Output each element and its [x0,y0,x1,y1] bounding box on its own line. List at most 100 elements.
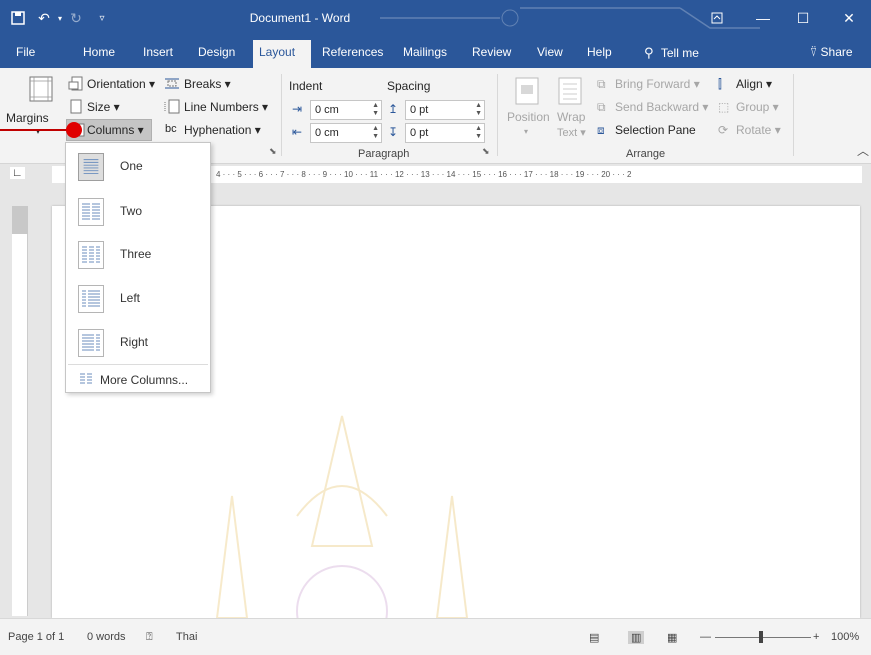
columns-option-left[interactable]: Left [66,277,210,320]
vertical-ruler[interactable] [12,206,28,616]
send-backward-button[interactable]: Send Backward ▾ [615,100,708,114]
ribbon-tab-bar: File Home Insert Design Layout Reference… [0,36,871,68]
annotation-pointer-line [0,129,72,131]
spacing-after-icon: ↧ [388,125,399,139]
size-button[interactable]: Size ▾ [87,100,120,114]
proofing-icon[interactable]: ⍰ [146,631,153,644]
position-dropdown-icon[interactable]: ▾ [524,127,528,136]
print-layout-icon[interactable]: ▥ [628,631,645,644]
bring-forward-icon: ⧉ [597,77,606,91]
tab-home[interactable]: Home [77,43,121,68]
group-separator [497,74,498,156]
title-bar: ↶ ▾ ↻ ▿ Document1 - Word — ☐ ✕ [0,0,871,36]
annotation-pointer-dot [66,122,82,138]
indent-left-value: 0 cm [315,104,339,116]
zoom-slider-thumb[interactable] [759,631,763,643]
tab-layout[interactable]: Layout [253,40,311,68]
indent-left-field[interactable]: 0 cm ▲ ▼ [310,100,382,120]
tab-file[interactable]: File [10,43,41,68]
orientation-icon [68,76,83,91]
columns-option-one[interactable]: One [66,145,210,188]
hyphenation-button[interactable]: Hyphenation ▾ [184,123,261,137]
indent-left-icon: ⇥ [292,102,303,116]
margins-icon [29,76,53,102]
line-numbers-icon [164,99,180,114]
spinner-arrows-icon[interactable]: ▲ ▼ [475,125,482,141]
web-layout-icon[interactable]: ▦ [667,631,677,644]
spacing-after-field[interactable]: 0 pt ▲ ▼ [405,123,485,143]
tab-help[interactable]: Help [581,43,618,68]
tab-design[interactable]: Design [192,43,241,68]
tab-mailings[interactable]: Mailings [397,43,453,68]
zoom-slider-track[interactable] [715,637,811,638]
page-setup-launcher-icon[interactable]: ⬊ [269,146,277,157]
bring-forward-button[interactable]: Bring Forward ▾ [615,77,700,91]
rotate-button[interactable]: Rotate ▾ [736,123,781,137]
ribbon-display-options-icon[interactable] [694,0,740,36]
word-count[interactable]: 0 words [87,631,126,643]
maximize-button[interactable]: ☐ [780,0,826,36]
spacing-before-value: 0 pt [410,104,429,116]
position-button[interactable]: Position [507,110,550,124]
tab-view[interactable]: View [531,43,569,68]
tell-me-search[interactable]: ⚲ Tell me [638,43,705,68]
columns-option-three[interactable]: Three [66,233,210,276]
language[interactable]: Thai [176,631,197,643]
tab-insert[interactable]: Insert [137,43,179,68]
read-mode-icon[interactable]: ▤ [589,631,599,644]
tab-selector-icon[interactable]: ∟ [10,167,25,179]
person-icon: ⍢ [810,45,818,59]
spinner-arrows-icon[interactable]: ▲ ▼ [372,125,379,141]
group-icon: ⬚ [718,100,730,114]
indent-right-icon: ⇤ [292,125,303,139]
wrap-label-2[interactable]: Text ▾ [557,126,586,139]
menu-divider [68,364,208,365]
close-button[interactable]: ✕ [826,0,871,36]
columns-option-label: Left [120,291,141,305]
more-columns-icon [80,373,92,384]
zoom-in-button[interactable]: + [813,631,819,643]
ruler-marks: 4 · · · 5 · · · 6 · · · 7 · · · 8 · · · … [216,170,632,179]
spinner-arrows-icon[interactable]: ▲ ▼ [475,102,482,118]
columns-option-label: Three [120,247,152,261]
paragraph-launcher-icon[interactable]: ⬊ [482,146,490,157]
tab-references[interactable]: References [316,43,389,68]
wrap-text-icon [558,77,582,105]
spacing-before-field[interactable]: 0 pt ▲ ▼ [405,100,485,120]
spacing-before-icon: ↥ [388,102,399,116]
page-count[interactable]: Page 1 of 1 [8,631,64,643]
columns-option-label: Right [120,335,149,349]
share-button[interactable]: ⍢ Share [804,43,859,68]
rotate-icon: ⟳ [718,123,729,137]
orientation-button[interactable]: Orientation ▾ [87,77,155,91]
more-columns-item[interactable]: More Columns... [66,367,210,393]
right-column-icon [78,329,104,357]
wrap-label-1[interactable]: Wrap [557,110,585,124]
hyphenation-icon: bc [165,123,177,135]
columns-option-two[interactable]: Two [66,190,210,233]
size-icon [70,99,82,114]
zoom-out-button[interactable]: — [700,631,711,643]
line-numbers-button[interactable]: Line Numbers ▾ [184,100,268,114]
document-title: Document1 - Word [249,11,351,25]
breaks-icon [165,78,179,89]
tell-me-label: Tell me [660,46,699,60]
one-column-icon [78,153,104,181]
send-backward-icon: ⧉ [597,100,606,114]
collapse-ribbon-icon[interactable]: ︿ [857,142,869,159]
breaks-button[interactable]: Breaks ▾ [184,77,231,91]
spinner-arrows-icon[interactable]: ▲ ▼ [372,102,379,118]
selection-pane-button[interactable]: Selection Pane [615,123,696,137]
watermark-seal-icon [215,415,469,618]
columns-option-right[interactable]: Right [66,321,210,364]
status-bar: Page 1 of 1 0 words ⍰ Thai ▤ ▥ ▦ — + 100… [0,618,871,655]
vertical-ruler-margin [12,206,28,234]
group-button[interactable]: Group ▾ [736,100,779,114]
margins-button[interactable]: Margins [6,111,49,125]
zoom-level[interactable]: 100% [831,631,859,643]
selection-pane-icon: ⧈ [597,123,605,137]
indent-right-field[interactable]: 0 cm ▲ ▼ [310,123,382,143]
spacing-label: Spacing [387,79,431,93]
tab-review[interactable]: Review [466,43,517,68]
align-button[interactable]: Align ▾ [736,77,772,91]
